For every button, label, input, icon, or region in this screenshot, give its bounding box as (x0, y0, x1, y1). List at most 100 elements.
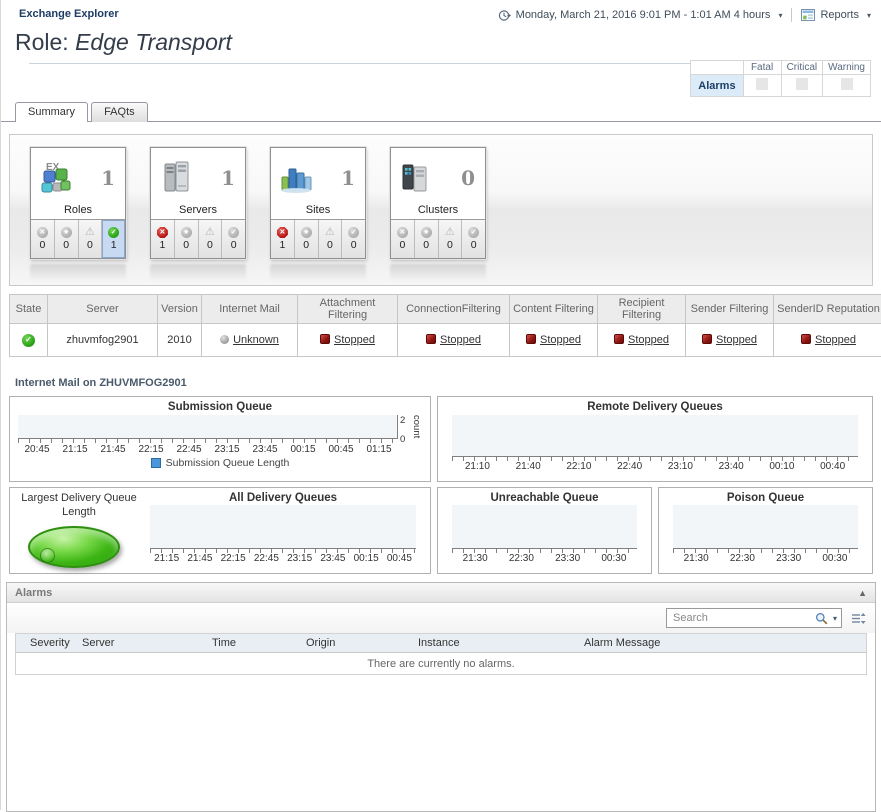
state-cell (10, 324, 48, 357)
tab-bar: Summary FAQts (1, 101, 881, 122)
col-connection-filtering: ConnectionFiltering (398, 295, 510, 324)
legend-swatch (151, 458, 161, 468)
status-cell-fatal[interactable]: 1 (271, 220, 295, 258)
col-time[interactable]: Time (204, 637, 298, 649)
fatal-icon (37, 227, 48, 238)
reports-label: Reports (820, 9, 859, 21)
recipient-filtering-cell: Stopped (598, 324, 686, 357)
col-alarm-message[interactable]: Alarm Message (576, 637, 866, 649)
collapse-icon[interactable]: ▲ (858, 588, 867, 598)
stopped-status-icon (801, 334, 811, 344)
alarm-count-critical[interactable] (781, 75, 823, 97)
tile-reflection (270, 264, 366, 284)
status-cell-fatal[interactable]: 0 (391, 220, 415, 258)
senderid-reputation-link[interactable]: Stopped (815, 334, 856, 346)
status-cell-warning[interactable]: 0 (319, 220, 343, 258)
chevron-down-icon: ▾ (778, 11, 782, 20)
content-filtering-link[interactable]: Stopped (540, 334, 581, 346)
stopped-status-icon (526, 334, 536, 344)
status-cell-normal[interactable]: 0 (222, 220, 245, 258)
alarm-count-warning[interactable] (823, 75, 871, 97)
x-axis-labels: 21:3022:3023:3000:30 (673, 553, 858, 564)
recipient-filtering-link[interactable]: Stopped (628, 334, 669, 346)
normal-icon (348, 227, 359, 238)
search-input[interactable] (671, 611, 815, 625)
tile-wrap-clusters: 0 Clusters 0 0 0 0 (390, 147, 486, 285)
top-bar: Exchange Explorer Monday, March 21, 2016… (1, 0, 881, 22)
sender-filtering-link[interactable]: Stopped (716, 334, 757, 346)
attachment-filtering-link[interactable]: Stopped (334, 334, 375, 346)
status-cell-warning[interactable]: 0 (439, 220, 463, 258)
col-origin[interactable]: Origin (298, 637, 410, 649)
tile-servers[interactable]: 1 Servers 1 0 0 0 (150, 147, 246, 259)
status-cell-critical[interactable]: 0 (295, 220, 319, 258)
critical-icon (181, 227, 192, 238)
internet-mail-link[interactable]: Unknown (233, 334, 279, 346)
empty-count-box (756, 78, 768, 90)
tile-wrap-roles: EX 1 Roles 0 0 0 1 (30, 147, 126, 285)
col-state: State (10, 295, 48, 324)
largest-delivery-gauge: Largest Delivery Queue Length (16, 492, 144, 571)
x-axis-ticks (18, 439, 398, 443)
y-axis-label: count (411, 415, 422, 449)
plot-area (673, 505, 858, 549)
col-content-filtering: Content Filtering (510, 295, 598, 324)
time-range-selector[interactable]: Monday, March 21, 2016 9:01 PM - 1:01 AM… (498, 9, 783, 22)
tile-count: 1 (315, 166, 359, 190)
servers-icon (157, 159, 195, 197)
alarm-count-fatal[interactable] (743, 75, 781, 97)
warning-icon (205, 227, 215, 238)
divider (791, 8, 792, 22)
status-cell-fatal[interactable]: 0 (31, 220, 55, 258)
tile-count: 1 (75, 166, 119, 190)
chevron-down-icon: ▾ (867, 11, 871, 20)
internet-mail-cell: Unknown (202, 324, 298, 357)
fatal-icon (157, 227, 168, 238)
alarms-table: Severity Server Time Origin Instance Ala… (15, 633, 867, 675)
tile-label: Roles (31, 204, 125, 220)
status-cell-normal[interactable]: 0 (462, 220, 485, 258)
chart-title: Unreachable Queue (446, 492, 643, 504)
status-cell-critical[interactable]: 0 (175, 220, 199, 258)
content-filtering-cell: Stopped (510, 324, 598, 357)
status-cell-critical[interactable]: 0 (55, 220, 79, 258)
status-cell-normal[interactable]: 0 (342, 220, 365, 258)
tile-count: 1 (195, 166, 239, 190)
alarms-panel-header: Alarms ▲ (7, 583, 875, 603)
charts-row-2: Largest Delivery Queue Length All Delive… (9, 487, 873, 574)
col-senderid-reputation: SenderID Reputation (774, 295, 881, 324)
reports-menu[interactable]: Reports ▾ (801, 9, 871, 21)
status-cell-normal[interactable]: 1 (102, 220, 125, 258)
alarms-panel: Alarms ▲ ▾ Severity Server Time Origin I… (6, 582, 876, 812)
table-row: zhuvmfog2901 2010 Unknown Stopped Stoppe… (10, 324, 881, 357)
sender-filtering-cell: Stopped (686, 324, 774, 357)
alarm-summary-col-fatal: Fatal (743, 61, 781, 75)
status-cell-critical[interactable]: 0 (415, 220, 439, 258)
title-row: Role: Edge Transport Fatal Critical Warn… (1, 22, 881, 64)
search-button[interactable]: ▾ (815, 612, 837, 625)
col-server[interactable]: Server (74, 637, 204, 649)
x-axis-labels: 21:1021:4022:1022:4023:1023:4000:1000:40 (452, 461, 858, 472)
tile-sites[interactable]: 1 Sites 1 0 0 0 (270, 147, 366, 259)
tile-roles[interactable]: EX 1 Roles 0 0 0 1 (30, 147, 126, 259)
tab-faqts[interactable]: FAQts (91, 102, 148, 122)
tab-summary[interactable]: Summary (15, 102, 88, 122)
status-cell-warning[interactable]: 0 (199, 220, 223, 258)
exchange-cubes-icon: EX (37, 159, 75, 197)
col-instance[interactable]: Instance (410, 637, 576, 649)
x-axis-labels: 21:1521:4522:1522:4523:1523:4500:1500:45 (150, 553, 416, 564)
status-cell-warning[interactable]: 0 (79, 220, 103, 258)
tile-clusters[interactable]: 0 Clusters 0 0 0 0 (390, 147, 486, 259)
status-cell-fatal[interactable]: 1 (151, 220, 175, 258)
breadcrumb[interactable]: Exchange Explorer (19, 8, 119, 20)
connection-filtering-link[interactable]: Stopped (440, 334, 481, 346)
unreachable-queue-chart: Unreachable Queue 21:3022:3023:3000:30 (437, 487, 652, 574)
connection-filtering-cell: Stopped (398, 324, 510, 357)
stopped-status-icon (426, 334, 436, 344)
table-header-row: State Server Version Internet Mail Attac… (10, 295, 881, 324)
search-icon (815, 612, 828, 625)
customize-table-button[interactable] (851, 612, 866, 625)
search-box: ▾ (666, 608, 842, 628)
alarm-summary-col-critical: Critical (781, 61, 823, 75)
col-severity[interactable]: Severity (16, 637, 74, 649)
